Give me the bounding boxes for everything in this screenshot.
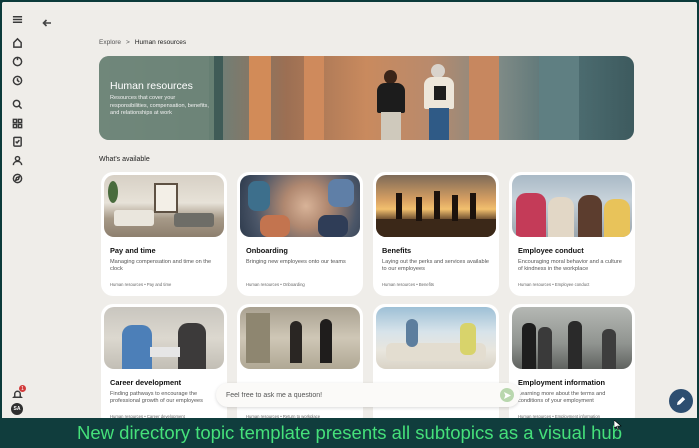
search-icon[interactable]	[11, 98, 23, 110]
card-description: Finding pathways to encourage the profes…	[110, 391, 203, 405]
left-rail: 1 SA	[2, 2, 32, 446]
hero-person-2	[419, 60, 459, 140]
pencil-icon	[676, 396, 686, 406]
home-icon[interactable]	[11, 36, 23, 48]
card-description: Encouraging moral behavior and a culture…	[518, 259, 622, 273]
card-title: Employee conduct	[518, 246, 584, 255]
send-button[interactable]	[500, 388, 514, 402]
card-image	[376, 175, 496, 237]
mouse-cursor-icon	[614, 420, 622, 430]
card-title: Onboarding	[246, 246, 288, 255]
card-title: Career development	[110, 378, 182, 387]
card-image	[512, 307, 632, 369]
topic-card-employee-conduct[interactable]: Employee conduct Encouraging moral behav…	[509, 172, 635, 296]
topic-card-employment-information[interactable]: Employment information Learning more abo…	[509, 304, 635, 428]
hero-photo-wall	[249, 56, 271, 140]
chat-input[interactable]	[226, 388, 486, 402]
avatar[interactable]: SA	[11, 403, 23, 415]
topic-card-onboarding[interactable]: Onboarding Bringing new employees onto o…	[237, 172, 363, 296]
copilot-icon[interactable]	[11, 55, 23, 67]
menu-icon[interactable]	[11, 13, 23, 25]
hero-person-1	[371, 66, 411, 140]
topic-card-pay-and-time[interactable]: Pay and time Managing compensation and t…	[101, 172, 227, 296]
hero-description: Resources that cover your responsibiliti…	[110, 95, 209, 117]
notification-badge: 1	[19, 385, 26, 392]
hero-photo-wall	[469, 56, 499, 140]
card-description: Managing compensation and time on the cl…	[110, 259, 212, 273]
card-meta: Human resources • Benefits	[382, 282, 434, 287]
history-icon[interactable]	[11, 74, 23, 86]
breadcrumb-current: Human resources	[134, 39, 187, 46]
card-description: Laying out the perks and services availa…	[382, 259, 489, 273]
back-arrow-icon[interactable]	[42, 15, 54, 27]
card-image	[512, 175, 632, 237]
card-title: Pay and time	[110, 246, 156, 255]
breadcrumb-explore[interactable]: Explore	[99, 39, 121, 46]
card-title: Employment information	[518, 378, 606, 387]
topic-card-benefits[interactable]: Benefits Laying out the perks and servic…	[373, 172, 499, 296]
card-image	[104, 307, 224, 369]
caption-text: New directory topic template presents al…	[77, 422, 622, 443]
card-meta: Human resources • Onboarding	[246, 282, 305, 287]
card-description: Bringing new employees onto our teams	[246, 259, 346, 265]
people-icon[interactable]	[11, 154, 23, 166]
app-window: 1 SA Explore > Human resources Human res…	[2, 2, 697, 446]
hero-banner: Human resources Resources that cover you…	[99, 56, 634, 140]
caption-bar: New directory topic template presents al…	[0, 418, 699, 448]
topic-card-career-development[interactable]: Career development Finding pathways to e…	[101, 304, 227, 428]
card-image	[104, 175, 224, 237]
explore-icon[interactable]	[11, 172, 23, 184]
card-description: Learning more about the terms and condit…	[518, 391, 606, 405]
card-meta: Human resources • Employee conduct	[518, 282, 590, 287]
chat-box	[216, 383, 520, 407]
card-image	[240, 307, 360, 369]
breadcrumb-separator: >	[126, 39, 130, 46]
topic-card-return-to-workplace[interactable]: Human resources • Return to workplace	[237, 304, 363, 428]
card-image	[240, 175, 360, 237]
apps-icon[interactable]	[11, 117, 23, 129]
card-meta: Human resources • Pay and time	[110, 282, 172, 287]
hero-title: Human resources	[110, 80, 193, 92]
hero-photo-window	[539, 56, 579, 140]
topic-card-lounge[interactable]	[373, 304, 499, 428]
card-title: Benefits	[382, 246, 412, 255]
section-heading: What's available	[99, 156, 150, 163]
compose-button[interactable]	[669, 389, 693, 413]
hero-photo-wall	[304, 56, 324, 140]
tasks-icon[interactable]	[11, 135, 23, 147]
breadcrumb: Explore > Human resources	[99, 39, 186, 46]
card-image	[376, 307, 496, 369]
send-icon	[503, 391, 511, 399]
bell-icon[interactable]: 1	[11, 385, 26, 400]
